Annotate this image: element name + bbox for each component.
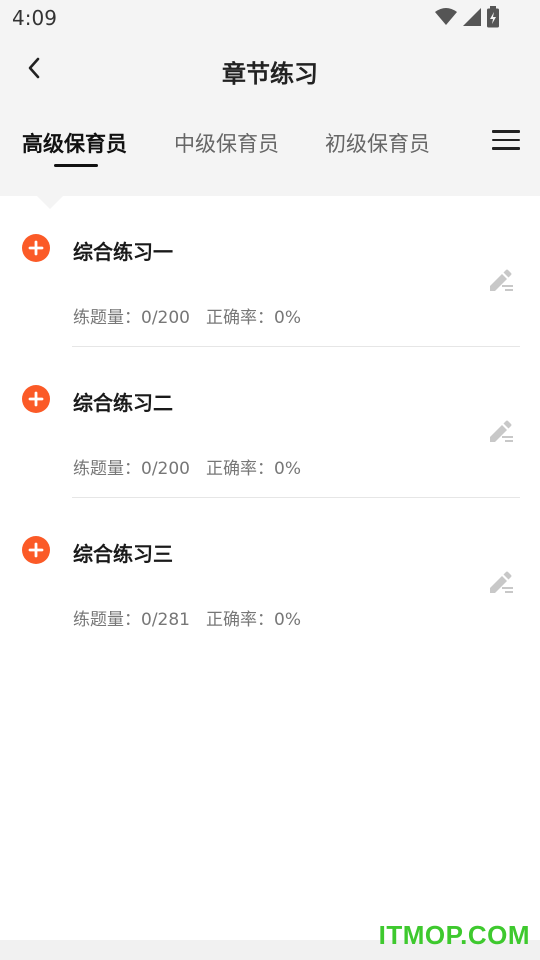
tab-intermediate-caregiver[interactable]: 中级保育员 (174, 128, 279, 158)
accuracy-label: 正确率： (206, 308, 274, 328)
count-value: 0/200 (141, 459, 190, 479)
active-tab-indicator (54, 164, 98, 167)
plus-circle-icon[interactable] (22, 536, 50, 564)
list-item[interactable]: 综合练习三 练题量：0/281 正确率：0% (0, 498, 540, 649)
tab-junior-caregiver[interactable]: 初级保育员 (325, 128, 430, 158)
count-value: 0/281 (141, 610, 190, 630)
status-icons (434, 6, 500, 28)
plus-circle-icon[interactable] (22, 385, 50, 413)
page-title: 章节练习 (222, 60, 318, 88)
status-time: 4:09 (12, 6, 57, 30)
signal-icon (463, 8, 481, 26)
list-item[interactable]: 综合练习一 练题量：0/200 正确率：0% (0, 196, 540, 347)
plus-circle-icon[interactable] (22, 234, 50, 262)
list-item[interactable]: 综合练习二 练题量：0/200 正确率：0% (0, 347, 540, 498)
count-label: 练题量： (73, 459, 141, 479)
item-stats: 练题量：0/200 正确率：0% (73, 303, 301, 328)
item-stats: 练题量：0/200 正确率：0% (73, 454, 301, 479)
item-title: 综合练习二 (73, 391, 173, 415)
exercise-list: 综合练习一 练题量：0/200 正确率：0% 综合练习二 练题量：0/200 正确率… (0, 195, 540, 940)
accuracy-value: 0% (274, 308, 301, 328)
status-bar: 4:09 (0, 0, 540, 36)
edit-pencil-icon[interactable] (486, 566, 514, 594)
menu-button[interactable] (492, 126, 520, 154)
accuracy-value: 0% (274, 610, 301, 630)
hamburger-menu-icon (492, 130, 520, 150)
tab-bar: 高级保育员 中级保育员 初级保育员 (0, 104, 540, 196)
accuracy-value: 0% (274, 459, 301, 479)
count-value: 0/200 (141, 308, 190, 328)
item-stats: 练题量：0/281 正确率：0% (73, 605, 301, 630)
battery-icon (487, 6, 499, 28)
edit-pencil-icon[interactable] (486, 264, 514, 292)
item-title: 综合练习一 (73, 240, 173, 264)
accuracy-label: 正确率： (206, 459, 274, 479)
app-header: 章节练习 (0, 36, 540, 104)
item-title: 综合练习三 (73, 542, 173, 566)
accuracy-label: 正确率： (206, 610, 274, 630)
edit-pencil-icon[interactable] (486, 415, 514, 443)
wifi-icon (435, 8, 457, 25)
tab-senior-caregiver[interactable]: 高级保育员 (22, 128, 127, 158)
count-label: 练题量： (73, 308, 141, 328)
watermark: ITMOP.COM (378, 920, 530, 950)
count-label: 练题量： (73, 610, 141, 630)
